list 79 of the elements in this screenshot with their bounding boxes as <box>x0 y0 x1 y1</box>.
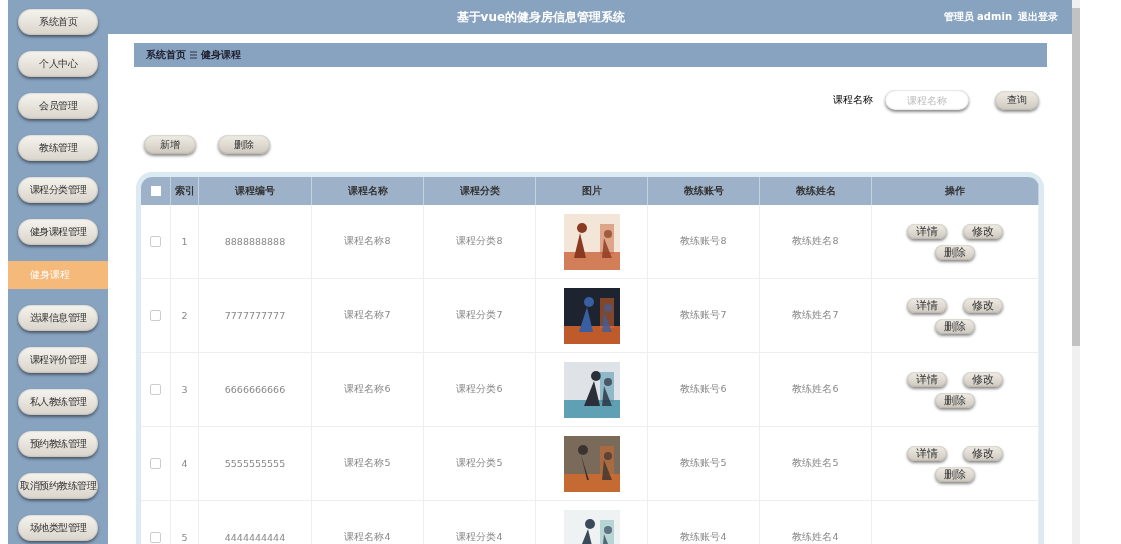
scrollbar[interactable] <box>1072 0 1080 544</box>
column-header: 图片 <box>536 177 648 205</box>
sidebar-item[interactable]: 系统首页 <box>18 9 98 35</box>
sidebar-item[interactable]: 个人中心 <box>18 51 98 77</box>
table-cell: 教练账号5 <box>680 457 727 470</box>
column-header: 教练姓名 <box>760 177 872 205</box>
column-header: 教练账号 <box>648 177 760 205</box>
table-cell: 4 <box>181 458 188 469</box>
search-label: 课程名称 <box>833 93 873 107</box>
row-action-button[interactable]: 删除 <box>935 244 975 260</box>
column-header: 课程编号 <box>199 177 312 205</box>
row-action-button[interactable]: 修改 <box>963 445 1003 461</box>
select-all-checkbox[interactable] <box>150 186 161 196</box>
row-checkbox[interactable] <box>150 310 161 321</box>
table-cell: 教练姓名6 <box>792 383 839 396</box>
table-cell: 7777777777 <box>224 310 286 321</box>
row-action-button[interactable]: 详情 <box>907 223 947 239</box>
table-cell: 课程分类4 <box>456 531 503 544</box>
row-checkbox[interactable] <box>150 384 161 395</box>
row-action-button[interactable]: 删除 <box>935 392 975 408</box>
row-action-button[interactable]: 详情 <box>907 297 947 313</box>
sidebar-item[interactable]: 课程评价管理 <box>18 347 98 373</box>
table-cell: 课程分类6 <box>456 383 503 396</box>
app-title: 基于vue的健身房信息管理系统 <box>455 8 627 26</box>
table-cell: 2 <box>181 310 188 321</box>
table-cell: 教练姓名8 <box>792 235 839 248</box>
user-label: 管理员 admin <box>943 10 1012 24</box>
search-button[interactable]: 查询 <box>995 90 1039 110</box>
table-cell: 4444444444 <box>224 532 286 543</box>
toolbar-button[interactable]: 新增 <box>144 135 196 154</box>
table-cell: 6666666666 <box>224 384 286 395</box>
row-checkbox[interactable] <box>150 532 161 543</box>
row-checkbox[interactable] <box>150 458 161 469</box>
sidebar-item[interactable]: 健身课程管理 <box>18 219 98 245</box>
table-cell: 教练姓名7 <box>792 309 839 322</box>
table-cell: 教练账号6 <box>680 383 727 396</box>
table-cell: 5 <box>181 532 188 543</box>
sidebar-item[interactable]: 选课信息管理 <box>18 305 98 331</box>
table-cell: 5555555555 <box>224 458 286 469</box>
table-cell: 教练账号8 <box>680 235 727 248</box>
row-action-button[interactable]: 删除 <box>935 318 975 334</box>
row-action-button[interactable]: 修改 <box>963 223 1003 239</box>
breadcrumb-link[interactable]: 系统首页 <box>146 48 186 62</box>
sidebar-item[interactable]: 预约教练管理 <box>18 431 98 457</box>
table-cell: 教练姓名5 <box>792 457 839 470</box>
table-cell: 课程名称8 <box>344 235 391 248</box>
sidebar-item[interactable]: 场地类型管理 <box>18 515 98 541</box>
column-header: 课程分类 <box>424 177 536 205</box>
row-action-button[interactable]: 详情 <box>907 445 947 461</box>
table-cell: 3 <box>181 384 188 395</box>
sidebar-item[interactable]: 教练管理 <box>18 135 98 161</box>
table-cell: 课程分类8 <box>456 235 503 248</box>
table-cell: 课程名称4 <box>344 531 391 544</box>
table-cell: 课程名称6 <box>344 383 391 396</box>
table-cell: 教练账号4 <box>680 531 727 544</box>
row-action-button[interactable]: 修改 <box>963 297 1003 313</box>
column-header: 索引 <box>171 177 199 205</box>
row-action-button[interactable]: 详情 <box>907 371 947 387</box>
sidebar-item[interactable]: 课程分类管理 <box>18 177 98 203</box>
sidebar-item[interactable]: 取消预约教练管理 <box>18 473 98 499</box>
search-field[interactable]: 课程名称 <box>885 90 969 110</box>
column-header: 课程名称 <box>312 177 424 205</box>
sidebar-item[interactable]: 会员管理 <box>18 93 98 119</box>
breadcrumb-current: 健身课程 <box>201 48 241 62</box>
table-cell: 1 <box>181 236 188 247</box>
table-cell: 教练账号7 <box>680 309 727 322</box>
separator-icon <box>190 51 197 59</box>
column-header: 操作 <box>872 177 1039 205</box>
table-cell: 课程名称5 <box>344 457 391 470</box>
table-cell: 8888888888 <box>224 236 286 247</box>
table-cell: 课程名称7 <box>344 309 391 322</box>
table-cell: 课程分类5 <box>456 457 503 470</box>
row-action-button[interactable]: 修改 <box>963 371 1003 387</box>
toolbar-button[interactable]: 删除 <box>218 135 270 154</box>
table-cell: 课程分类7 <box>456 309 503 322</box>
sidebar-item[interactable]: 私人教练管理 <box>18 389 98 415</box>
row-checkbox[interactable] <box>150 236 161 247</box>
table-cell: 教练姓名4 <box>792 531 839 544</box>
row-action-button[interactable]: 删除 <box>935 466 975 482</box>
